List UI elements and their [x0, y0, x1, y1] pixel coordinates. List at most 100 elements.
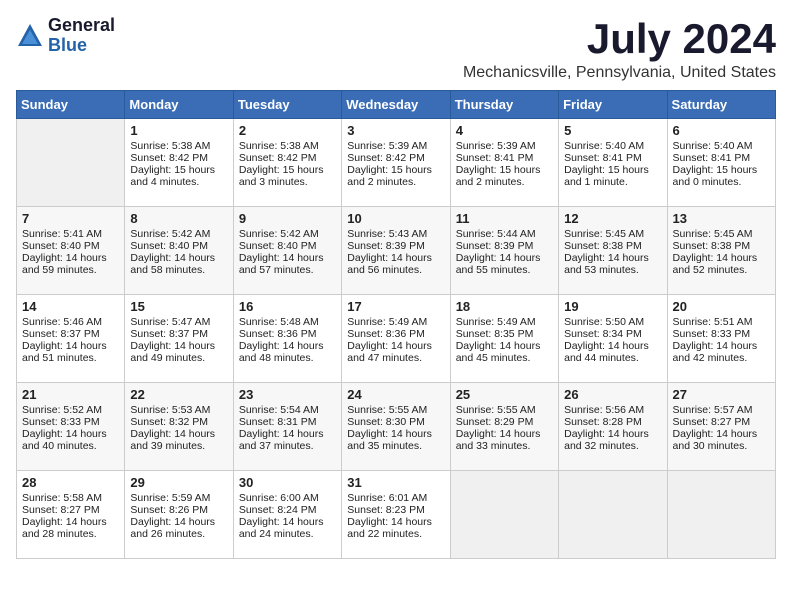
day-number: 15: [130, 299, 227, 314]
day-number: 2: [239, 123, 336, 138]
sunset-text: Sunset: 8:36 PM: [347, 328, 444, 340]
daylight-text: Daylight: 14 hours and 45 minutes.: [456, 340, 553, 364]
sunset-text: Sunset: 8:27 PM: [22, 504, 119, 516]
sunrise-text: Sunrise: 5:47 AM: [130, 316, 227, 328]
header-monday: Monday: [125, 91, 233, 119]
sunrise-text: Sunrise: 5:55 AM: [347, 404, 444, 416]
cell-week1-day3: 2Sunrise: 5:38 AMSunset: 8:42 PMDaylight…: [233, 119, 341, 207]
sunrise-text: Sunrise: 5:42 AM: [130, 228, 227, 240]
week-row-3: 14Sunrise: 5:46 AMSunset: 8:37 PMDayligh…: [17, 295, 776, 383]
cell-week2-day6: 12Sunrise: 5:45 AMSunset: 8:38 PMDayligh…: [559, 207, 667, 295]
sunset-text: Sunset: 8:29 PM: [456, 416, 553, 428]
sunrise-text: Sunrise: 5:38 AM: [130, 140, 227, 152]
sunset-text: Sunset: 8:31 PM: [239, 416, 336, 428]
sunrise-text: Sunrise: 5:53 AM: [130, 404, 227, 416]
sunset-text: Sunset: 8:41 PM: [456, 152, 553, 164]
daylight-text: Daylight: 14 hours and 32 minutes.: [564, 428, 661, 452]
daylight-text: Daylight: 14 hours and 52 minutes.: [673, 252, 770, 276]
week-row-1: 1 Sunrise: 5:38 AM Sunset: 8:42 PM Daylight…: [17, 119, 776, 207]
header-wednesday: Wednesday: [342, 91, 450, 119]
logo-blue: Blue: [48, 36, 115, 56]
day-number: 18: [456, 299, 553, 314]
sunrise-text: Sunrise: 5:40 AM: [564, 140, 661, 152]
sunrise-text: Sunrise: 5:49 AM: [347, 316, 444, 328]
sunset-text: Sunset: 8:42 PM: [347, 152, 444, 164]
sunset-text: Sunset: 8:40 PM: [239, 240, 336, 252]
cell-week5-day1: 28Sunrise: 5:58 AMSunset: 8:27 PMDayligh…: [17, 471, 125, 559]
sunset-text: Sunset: 8:30 PM: [347, 416, 444, 428]
day-number: 4: [456, 123, 553, 138]
cell-week2-day3: 9Sunrise: 5:42 AMSunset: 8:40 PMDaylight…: [233, 207, 341, 295]
calendar-body: 1 Sunrise: 5:38 AM Sunset: 8:42 PM Daylight…: [17, 119, 776, 559]
cell-week3-day6: 19Sunrise: 5:50 AMSunset: 8:34 PMDayligh…: [559, 295, 667, 383]
header-thursday: Thursday: [450, 91, 558, 119]
daylight-text: Daylight: 14 hours and 42 minutes.: [673, 340, 770, 364]
sunrise-text: Sunrise: 5:55 AM: [456, 404, 553, 416]
daylight-text: Daylight: 14 hours and 30 minutes.: [673, 428, 770, 452]
calendar-header: Sunday Monday Tuesday Wednesday Thursday…: [17, 91, 776, 119]
calendar-table: Sunday Monday Tuesday Wednesday Thursday…: [16, 90, 776, 559]
cell-week5-day2: 29Sunrise: 5:59 AMSunset: 8:26 PMDayligh…: [125, 471, 233, 559]
daylight-text: Daylight: 14 hours and 44 minutes.: [564, 340, 661, 364]
page-header: General Blue July 2024 Mechanicsville, P…: [16, 16, 776, 82]
cell-week3-day2: 15Sunrise: 5:47 AMSunset: 8:37 PMDayligh…: [125, 295, 233, 383]
cell-week3-day1: 14Sunrise: 5:46 AMSunset: 8:37 PMDayligh…: [17, 295, 125, 383]
day-number: 20: [673, 299, 770, 314]
sunset-text: Sunset: 8:24 PM: [239, 504, 336, 516]
cell-week4-day6: 26Sunrise: 5:56 AMSunset: 8:28 PMDayligh…: [559, 383, 667, 471]
daylight-text: Daylight: 14 hours and 51 minutes.: [22, 340, 119, 364]
cell-week1-day6: 5Sunrise: 5:40 AMSunset: 8:41 PMDaylight…: [559, 119, 667, 207]
logo: General Blue: [16, 16, 115, 56]
day-number: 19: [564, 299, 661, 314]
sunrise-text: Sunrise: 5:54 AM: [239, 404, 336, 416]
daylight-text: Daylight: 14 hours and 47 minutes.: [347, 340, 444, 364]
week-row-2: 7Sunrise: 5:41 AMSunset: 8:40 PMDaylight…: [17, 207, 776, 295]
daylight-text: Daylight: 14 hours and 24 minutes.: [239, 516, 336, 540]
cell-week5-day7: [667, 471, 775, 559]
cell-week4-day4: 24Sunrise: 5:55 AMSunset: 8:30 PMDayligh…: [342, 383, 450, 471]
day-number: 8: [130, 211, 227, 226]
sunset-text: Sunset: 8:39 PM: [347, 240, 444, 252]
daylight-text: Daylight: 14 hours and 35 minutes.: [347, 428, 444, 452]
week-row-4: 21Sunrise: 5:52 AMSunset: 8:33 PMDayligh…: [17, 383, 776, 471]
daylight-text: Daylight: 14 hours and 58 minutes.: [130, 252, 227, 276]
day-number: 10: [347, 211, 444, 226]
daylight-text: Daylight: 14 hours and 49 minutes.: [130, 340, 227, 364]
sunset-text: Sunset: 8:33 PM: [673, 328, 770, 340]
cell-week4-day7: 27Sunrise: 5:57 AMSunset: 8:27 PMDayligh…: [667, 383, 775, 471]
logo-general: General: [48, 16, 115, 36]
sunset-text: Sunset: 8:27 PM: [673, 416, 770, 428]
day-number: 3: [347, 123, 444, 138]
cell-week1-day7: 6Sunrise: 5:40 AMSunset: 8:41 PMDaylight…: [667, 119, 775, 207]
sunset-text: Sunset: 8:41 PM: [673, 152, 770, 164]
day-number: 6: [673, 123, 770, 138]
header-sunday: Sunday: [17, 91, 125, 119]
cell-week3-day4: 17Sunrise: 5:49 AMSunset: 8:36 PMDayligh…: [342, 295, 450, 383]
day-number: 21: [22, 387, 119, 402]
cell-week5-day3: 30Sunrise: 6:00 AMSunset: 8:24 PMDayligh…: [233, 471, 341, 559]
sunrise-text: Sunrise: 5:39 AM: [347, 140, 444, 152]
daylight-text: Daylight: 14 hours and 57 minutes.: [239, 252, 336, 276]
daylight-text: Daylight: 14 hours and 28 minutes.: [22, 516, 119, 540]
sunrise-text: Sunrise: 5:56 AM: [564, 404, 661, 416]
cell-week4-day2: 22Sunrise: 5:53 AMSunset: 8:32 PMDayligh…: [125, 383, 233, 471]
week-row-5: 28Sunrise: 5:58 AMSunset: 8:27 PMDayligh…: [17, 471, 776, 559]
sunrise-text: Sunrise: 6:01 AM: [347, 492, 444, 504]
sunset-text: Sunset: 8:28 PM: [564, 416, 661, 428]
title-block: July 2024 Mechanicsville, Pennsylvania, …: [463, 16, 776, 82]
day-number: 23: [239, 387, 336, 402]
day-number: 30: [239, 475, 336, 490]
sunset-text: Sunset: 8:40 PM: [22, 240, 119, 252]
daylight-text: Daylight: 14 hours and 48 minutes.: [239, 340, 336, 364]
daylight-text: Daylight: 15 hours and 2 minutes.: [456, 164, 553, 188]
header-friday: Friday: [559, 91, 667, 119]
day-number: 1: [130, 123, 227, 138]
day-number: 7: [22, 211, 119, 226]
sunset-text: Sunset: 8:38 PM: [673, 240, 770, 252]
sunset-text: Sunset: 8:32 PM: [130, 416, 227, 428]
day-number: 25: [456, 387, 553, 402]
cell-week4-day5: 25Sunrise: 5:55 AMSunset: 8:29 PMDayligh…: [450, 383, 558, 471]
sunrise-text: Sunrise: 5:39 AM: [456, 140, 553, 152]
header-tuesday: Tuesday: [233, 91, 341, 119]
day-number: 13: [673, 211, 770, 226]
